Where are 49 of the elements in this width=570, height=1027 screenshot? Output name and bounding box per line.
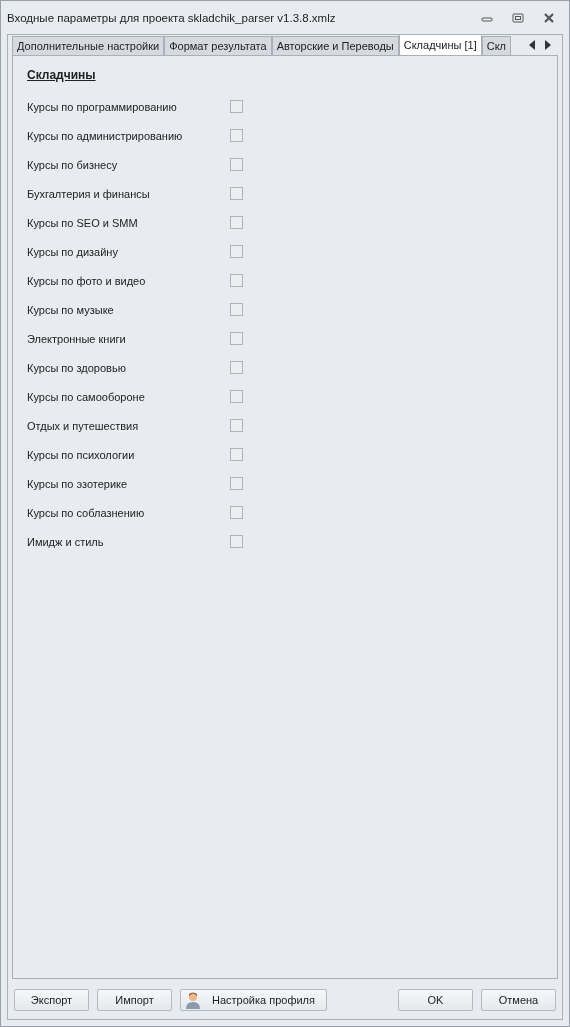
checkbox[interactable] — [230, 448, 243, 461]
section-title: Складчины — [27, 68, 96, 82]
button[interactable]: Экспорт — [14, 989, 89, 1011]
option-label: Отдых и путешествия — [27, 419, 140, 432]
option-label: Курсы по фото и видео — [27, 274, 147, 287]
checkbox[interactable] — [230, 187, 243, 200]
scroll-right-icon[interactable] — [544, 40, 552, 50]
scroll-left-icon[interactable] — [528, 40, 536, 50]
window-title: Входные параметры для проекта skladchik_parser v1.3.8.xmlz — [7, 11, 337, 24]
button[interactable]: OK — [398, 989, 473, 1011]
user-icon — [185, 991, 201, 1009]
checkbox[interactable] — [230, 216, 243, 229]
option-label: Курсы по дизайну — [27, 245, 119, 258]
checkbox[interactable] — [230, 303, 243, 316]
checkbox[interactable] — [230, 535, 243, 548]
button[interactable]: Импорт — [97, 989, 172, 1011]
tab[interactable]: Формат результата — [164, 36, 272, 55]
option-label: Бухгалтерия и финансы — [27, 187, 151, 200]
option-label: Курсы по психологии — [27, 448, 136, 461]
tab[interactable]: Дополнительные настройки — [12, 36, 165, 55]
option-label: Курсы по самообороне — [27, 390, 146, 403]
option-label: Курсы по эзотерике — [27, 477, 129, 490]
option-label: Курсы по программированию — [27, 100, 178, 113]
checkbox[interactable] — [230, 129, 243, 142]
option-label: Имидж и стиль — [27, 535, 105, 548]
checkbox[interactable] — [230, 506, 243, 519]
checkbox[interactable] — [230, 390, 243, 403]
close-icon[interactable] — [543, 11, 555, 24]
profile-button[interactable]: Настройка профиля — [180, 989, 327, 1011]
maximize-icon[interactable] — [512, 12, 524, 23]
checkbox[interactable] — [230, 274, 243, 287]
checkbox[interactable] — [230, 245, 243, 258]
checkbox[interactable] — [230, 158, 243, 171]
option-label: Курсы по здоровью — [27, 361, 127, 374]
option-label: Курсы по музыке — [27, 303, 115, 316]
option-label: Электронные книги — [27, 332, 127, 345]
checkbox[interactable] — [230, 361, 243, 374]
tab[interactable]: Скл — [481, 36, 512, 55]
checkbox[interactable] — [230, 332, 243, 345]
option-label: Курсы по администрированию — [27, 129, 184, 142]
option-label: Курсы по соблазнению — [27, 506, 146, 519]
checkbox[interactable] — [230, 477, 243, 490]
option-label: Курсы по SEO и SMM — [27, 216, 139, 229]
checkbox[interactable] — [230, 100, 243, 113]
tab[interactable]: Авторские и Переводы — [271, 36, 399, 55]
option-label: Курсы по бизнесу — [27, 158, 119, 171]
checkbox[interactable] — [230, 419, 243, 432]
button[interactable]: Отмена — [481, 989, 556, 1011]
tab[interactable]: Складчины [1] — [398, 34, 482, 55]
